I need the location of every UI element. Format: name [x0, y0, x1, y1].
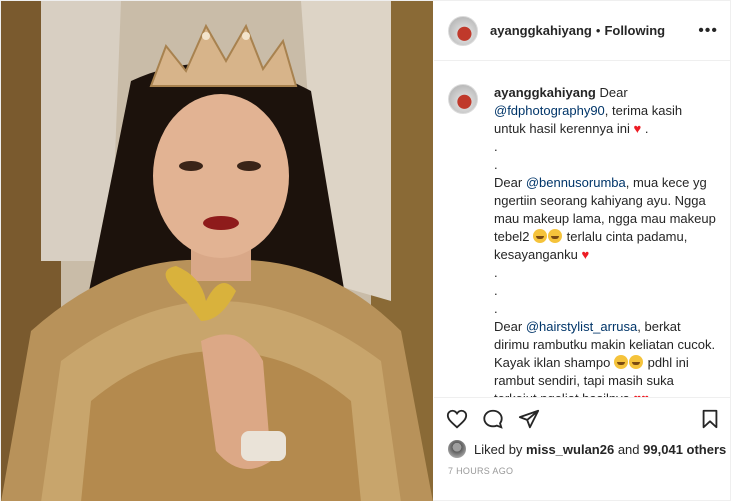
- caption-dot-line: .: [494, 283, 498, 298]
- follow-status-button[interactable]: Following: [604, 23, 665, 38]
- caption-text-2a: Dear: [494, 175, 523, 190]
- caption-username[interactable]: ayanggkahiyang: [494, 85, 596, 100]
- comments-section[interactable]: ayanggkahiyang Dear @fdphotography90, te…: [434, 62, 731, 397]
- caption-dot-line: .: [494, 139, 498, 154]
- laughing-emoji-icon: [628, 355, 643, 369]
- heart-outline-icon[interactable]: [446, 408, 468, 430]
- caption: ayanggkahiyang Dear @fdphotography90, te…: [448, 84, 718, 397]
- header-username[interactable]: ayanggkahiyang: [490, 23, 592, 38]
- post-timestamp[interactable]: 7 HOURS AGO: [448, 466, 513, 476]
- post-photo[interactable]: [1, 1, 433, 501]
- profile-avatar[interactable]: [448, 15, 478, 46]
- liker-username[interactable]: miss_wulan26: [526, 442, 614, 457]
- red-heart-icon: ♥: [581, 247, 590, 262]
- action-bar: [434, 397, 731, 437]
- comment-bubble-icon[interactable]: [482, 408, 504, 430]
- red-heart-icon: ♥: [633, 121, 642, 136]
- caption-paragraph-2: Dear @bennusorumba, mua kece yg ngertiin…: [494, 174, 716, 264]
- caption-text-1-end: .: [644, 121, 649, 136]
- mention-hairstylist-arrusa[interactable]: @hairstylist_arrusa: [526, 319, 637, 334]
- portrait-illustration: [1, 1, 433, 501]
- caption-text: ayanggkahiyang Dear @fdphotography90, te…: [494, 84, 716, 397]
- caption-avatar[interactable]: [448, 84, 478, 114]
- liker-avatar[interactable]: [448, 440, 466, 458]
- likes-prefix: Liked by: [474, 441, 523, 457]
- likes-summary: Liked by miss_wulan26 and 99,041 others: [448, 439, 728, 459]
- bookmark-icon[interactable]: [699, 408, 721, 430]
- laughing-emoji-icon: [548, 229, 563, 243]
- caption-dot-line: .: [494, 265, 498, 280]
- laughing-emoji-icon: [533, 229, 548, 243]
- post-header: ayanggkahiyang • Following •••: [434, 1, 731, 61]
- mention-bennusorumba[interactable]: @bennusorumba: [526, 175, 626, 190]
- likes-middle: and: [617, 441, 640, 457]
- caption-paragraph-3: Dear @hairstylist_arrusa, berkat dirimu …: [494, 318, 716, 397]
- likes-count[interactable]: 99,041 others: [643, 442, 726, 457]
- more-horizontal-icon[interactable]: •••: [698, 23, 718, 39]
- caption-text-1a: Dear: [599, 85, 628, 100]
- separator-dot: •: [595, 23, 601, 38]
- laughing-emoji-icon: [613, 355, 628, 369]
- share-plane-icon[interactable]: [518, 408, 540, 430]
- instagram-post: ayanggkahiyang • Following ••• ayanggkah…: [0, 0, 731, 501]
- caption-dot-line: .: [494, 301, 498, 316]
- caption-dot-line: .: [494, 157, 498, 172]
- mention-fdphotography90[interactable]: @fdphotography90: [494, 103, 605, 118]
- caption-text-3a: Dear: [494, 319, 523, 334]
